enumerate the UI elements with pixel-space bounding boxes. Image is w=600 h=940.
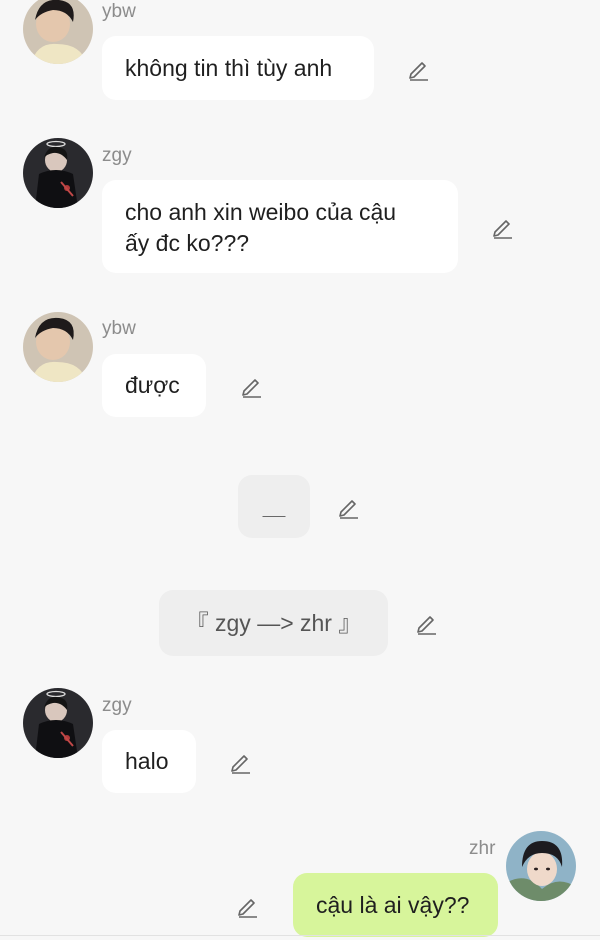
avatar-image	[23, 0, 93, 64]
avatar-zhr[interactable]	[506, 831, 576, 901]
outgoing-message-bubble[interactable]: cậu là ai vậy??	[293, 873, 498, 937]
bottom-divider	[0, 935, 600, 936]
avatar-ybw[interactable]	[23, 0, 93, 64]
message-text: được	[125, 372, 180, 398]
edit-pencil-icon[interactable]	[414, 610, 440, 636]
message-text: halo	[125, 748, 169, 774]
system-message-text: 『 zgy —> zhr 』	[185, 609, 362, 636]
message-text-line: ấy đc ko???	[125, 230, 250, 256]
message-bubble[interactable]: không tin thì tùy anh	[102, 36, 374, 100]
edit-pencil-icon[interactable]	[235, 893, 261, 919]
message-bubble[interactable]: được	[102, 354, 206, 417]
sender-name: ybw	[102, 1, 136, 22]
sender-name: ybw	[102, 318, 136, 339]
avatar-image	[506, 831, 576, 901]
avatar-image	[23, 312, 93, 382]
avatar-ybw[interactable]	[23, 312, 93, 382]
sender-name: zgy	[102, 695, 132, 716]
message-text: cậu là ai vậy??	[316, 891, 470, 918]
message-bubble[interactable]: halo	[102, 730, 196, 793]
message-bubble[interactable]: cho anh xin weibo của cậu ấy đc ko???	[102, 180, 458, 273]
message-text: không tin thì tùy anh	[125, 54, 333, 81]
avatar-zgy[interactable]	[23, 138, 93, 208]
edit-pencil-icon[interactable]	[228, 749, 254, 775]
edit-pencil-icon[interactable]	[239, 373, 265, 399]
avatar-image	[23, 688, 93, 758]
avatar-image	[23, 138, 93, 208]
system-message-bubble[interactable]: 『 zgy —> zhr 』	[159, 590, 388, 656]
edit-pencil-icon[interactable]	[336, 494, 362, 520]
system-message-text: ＿	[262, 493, 286, 519]
edit-pencil-icon[interactable]	[406, 56, 432, 82]
avatar-zgy[interactable]	[23, 688, 93, 758]
edit-pencil-icon[interactable]	[490, 214, 516, 240]
sender-name: zhr	[469, 838, 496, 859]
sender-name: zgy	[102, 145, 132, 166]
system-message-bubble[interactable]: ＿	[238, 475, 310, 538]
message-text-line: cho anh xin weibo của cậu	[125, 199, 397, 225]
